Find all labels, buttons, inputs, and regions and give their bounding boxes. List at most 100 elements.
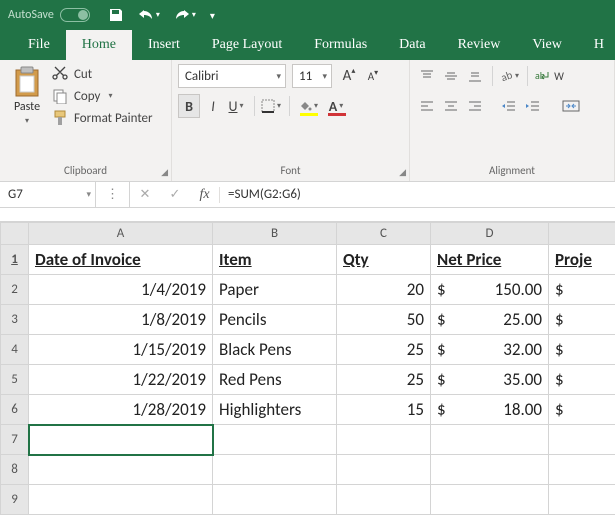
redo-icon[interactable]: ▾ [174, 8, 196, 22]
row-header[interactable]: 3 [1, 305, 29, 335]
cell[interactable]: Red Pens [213, 365, 337, 395]
col-header-E[interactable] [549, 223, 615, 245]
increase-indent-button[interactable] [522, 94, 544, 118]
align-right-button[interactable] [464, 94, 486, 118]
cell[interactable]: 1/22/2019 [29, 365, 213, 395]
cell[interactable]: $35.00 [431, 365, 549, 395]
decrease-indent-button[interactable] [498, 94, 520, 118]
row-header[interactable]: 8 [1, 455, 29, 485]
cell[interactable]: Item [213, 245, 337, 275]
tab-home[interactable]: Home [66, 30, 132, 60]
cell[interactable] [29, 455, 213, 485]
cell[interactable] [213, 455, 337, 485]
font-name-combo[interactable]: Calibri▾ [178, 64, 286, 88]
undo-icon[interactable]: ▾ [138, 8, 160, 22]
cell[interactable]: Highlighters [213, 395, 337, 425]
cell[interactable]: $150.00 [431, 275, 549, 305]
tab-view[interactable]: View [516, 30, 577, 60]
decrease-font-button[interactable]: A▾ [362, 64, 384, 88]
cell[interactable] [549, 455, 615, 485]
autosave-toggle[interactable]: AutoSave [8, 8, 90, 22]
align-middle-button[interactable] [440, 64, 462, 88]
cell[interactable]: $ [549, 275, 615, 305]
cell[interactable]: Qty [337, 245, 431, 275]
cell[interactable]: 1/4/2019 [29, 275, 213, 305]
font-color-button[interactable]: A▾ [324, 94, 350, 118]
cell[interactable] [337, 455, 431, 485]
cell[interactable]: $18.00 [431, 395, 549, 425]
cell[interactable] [431, 425, 549, 455]
underline-button[interactable]: U▾ [226, 94, 248, 118]
cell[interactable] [29, 485, 213, 515]
cell[interactable] [549, 425, 615, 455]
cell[interactable]: $ [549, 305, 615, 335]
row-header[interactable]: 2 [1, 275, 29, 305]
cell[interactable]: $32.00 [431, 335, 549, 365]
cell[interactable] [213, 425, 337, 455]
cell[interactable]: Date of Invoice [29, 245, 213, 275]
align-center-button[interactable] [440, 94, 462, 118]
row-header[interactable]: 4 [1, 335, 29, 365]
cell[interactable] [337, 485, 431, 515]
cell[interactable] [431, 485, 549, 515]
name-box[interactable]: G7 ▾ [0, 182, 96, 207]
italic-button[interactable]: I [202, 94, 224, 118]
align-top-button[interactable] [416, 64, 438, 88]
function-dropdown[interactable]: ⋮ [96, 182, 130, 207]
cell[interactable]: Pencils [213, 305, 337, 335]
col-header-A[interactable]: A [29, 223, 213, 245]
cell[interactable]: 25 [337, 365, 431, 395]
align-bottom-button[interactable] [464, 64, 486, 88]
cell[interactable]: 15 [337, 395, 431, 425]
orientation-button[interactable]: ab▾ [499, 64, 521, 88]
cancel-button[interactable]: ✕ [130, 187, 160, 202]
row-header[interactable]: 5 [1, 365, 29, 395]
dialog-launcher-icon[interactable]: ◢ [399, 167, 406, 178]
copy-button[interactable]: Copy▾ [52, 88, 153, 104]
wrap-text-button[interactable]: abW [534, 64, 564, 88]
cell[interactable]: $25.00 [431, 305, 549, 335]
cell[interactable] [337, 425, 431, 455]
format-painter-button[interactable]: Format Painter [52, 110, 153, 126]
cell[interactable] [29, 425, 213, 455]
cell[interactable]: Proje [549, 245, 615, 275]
cell[interactable] [213, 485, 337, 515]
cell[interactable]: Paper [213, 275, 337, 305]
cell[interactable]: 1/28/2019 [29, 395, 213, 425]
worksheet[interactable]: A B C D 1 Date of Invoice Item Qty Net P… [0, 222, 615, 515]
insert-function-button[interactable]: fx [190, 187, 220, 203]
qat-customize-icon[interactable]: ▾ [210, 9, 215, 22]
row-header[interactable]: 7 [1, 425, 29, 455]
tab-formulas[interactable]: Formulas [298, 30, 383, 60]
tab-data[interactable]: Data [383, 30, 441, 60]
cell[interactable]: Net Price [431, 245, 549, 275]
row-header[interactable]: 1 [1, 245, 29, 275]
tab-page-layout[interactable]: Page Layout [196, 30, 298, 60]
dialog-launcher-icon[interactable]: ◢ [161, 167, 168, 178]
paste-button[interactable]: Paste ▾ [6, 64, 48, 156]
merge-center-button[interactable] [556, 94, 586, 118]
select-all-button[interactable] [1, 223, 29, 245]
cell[interactable]: Black Pens [213, 335, 337, 365]
cell[interactable] [431, 455, 549, 485]
cell[interactable]: 20 [337, 275, 431, 305]
tab-insert[interactable]: Insert [132, 30, 196, 60]
tab-help[interactable]: H [578, 30, 608, 60]
cut-button[interactable]: Cut [52, 66, 153, 82]
bold-button[interactable]: B [178, 94, 200, 118]
tab-review[interactable]: Review [442, 30, 517, 60]
fill-color-button[interactable]: ▾ [296, 94, 322, 118]
save-icon[interactable] [108, 7, 124, 23]
tab-file[interactable]: File [12, 30, 66, 60]
col-header-C[interactable]: C [337, 223, 431, 245]
cell[interactable]: 25 [337, 335, 431, 365]
increase-font-button[interactable]: A▴ [338, 64, 360, 88]
cell[interactable]: $ [549, 395, 615, 425]
font-size-combo[interactable]: 11▾ [292, 64, 332, 88]
col-header-B[interactable]: B [213, 223, 337, 245]
formula-input[interactable]: =SUM(G2:G6) [220, 187, 615, 202]
row-header[interactable]: 9 [1, 485, 29, 515]
cell[interactable] [549, 485, 615, 515]
align-left-button[interactable] [416, 94, 438, 118]
cell[interactable]: 50 [337, 305, 431, 335]
